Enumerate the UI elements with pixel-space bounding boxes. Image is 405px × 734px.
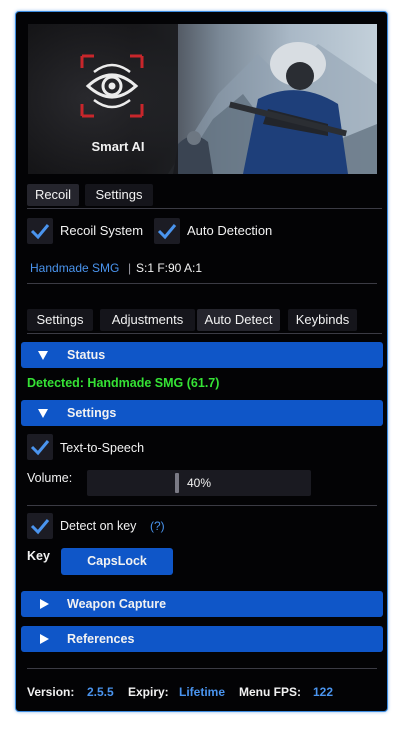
capslock-key-button[interactable]: CapsLock [61,548,173,575]
menu-fps-value: 122 [313,685,334,699]
volume-label: Volume: [27,471,73,485]
settings-section-header[interactable]: Settings [21,400,383,426]
text-to-speech-checkbox[interactable] [27,434,53,460]
tab-settings[interactable]: Settings [85,184,153,206]
detect-on-key-checkbox[interactable] [27,513,53,539]
chevron-down-icon [38,351,48,360]
subtab-auto-detect[interactable]: Auto Detect [197,309,280,331]
menu-fps-label: Menu FPS: [239,685,301,699]
recoil-system-checkbox[interactable] [27,218,53,244]
volume-slider[interactable]: 40% [87,470,311,496]
subtabs-divider [27,333,382,334]
weapon-capture-section-title: Weapon Capture [67,597,167,611]
checkmark-icon [30,440,50,456]
auto-detection-label: Auto Detection [187,223,273,238]
checkmark-icon [30,519,50,535]
detect-on-key-label: Detect on key [60,519,137,533]
status-section-title: Status [67,348,106,362]
version-label: Version: [27,685,75,699]
subtab-settings[interactable]: Settings [27,309,93,331]
info-divider [27,283,377,284]
subtab-adjustments[interactable]: Adjustments [100,309,195,331]
checkmark-icon [30,224,50,240]
text-to-speech-label: Text-to-Speech [60,441,145,455]
references-section-title: References [67,632,135,646]
version-value: 2.5.5 [87,685,114,699]
weapon-capture-section-header[interactable]: Weapon Capture [21,591,383,617]
banner-image: Smart AI [28,24,377,174]
recoil-system-label: Recoil System [60,223,144,238]
chevron-right-icon [40,634,49,644]
volume-value: 40% [187,476,212,490]
eye-logo-icon [80,54,144,118]
tabs-divider [27,208,382,209]
expiry-label: Expiry: [128,685,169,699]
weapon-name: Handmade SMG [30,261,120,275]
auto-detection-checkbox[interactable] [154,218,180,244]
subtab-keybinds[interactable]: Keybinds [288,309,357,331]
chevron-right-icon [40,599,49,609]
chevron-down-icon [38,409,48,418]
footer-divider [27,668,377,669]
weapon-stats: S:1 F:90 A:1 [136,261,203,275]
logo-label: Smart AI [91,139,145,154]
detected-status: Detected: Handmade SMG (61.7) [27,376,220,390]
expiry-value: Lifetime [179,685,226,699]
key-label: Key [27,549,50,563]
status-section-header[interactable]: Status [21,342,383,368]
settings-divider [27,505,377,506]
checkmark-icon [157,224,177,240]
detect-on-key-help[interactable]: (?) [150,519,165,533]
settings-section-title: Settings [67,406,117,420]
references-section-header[interactable]: References [21,626,383,652]
tab-recoil[interactable]: Recoil [27,184,79,206]
volume-slider-handle[interactable] [175,473,179,493]
weapon-separator: | [128,261,132,275]
